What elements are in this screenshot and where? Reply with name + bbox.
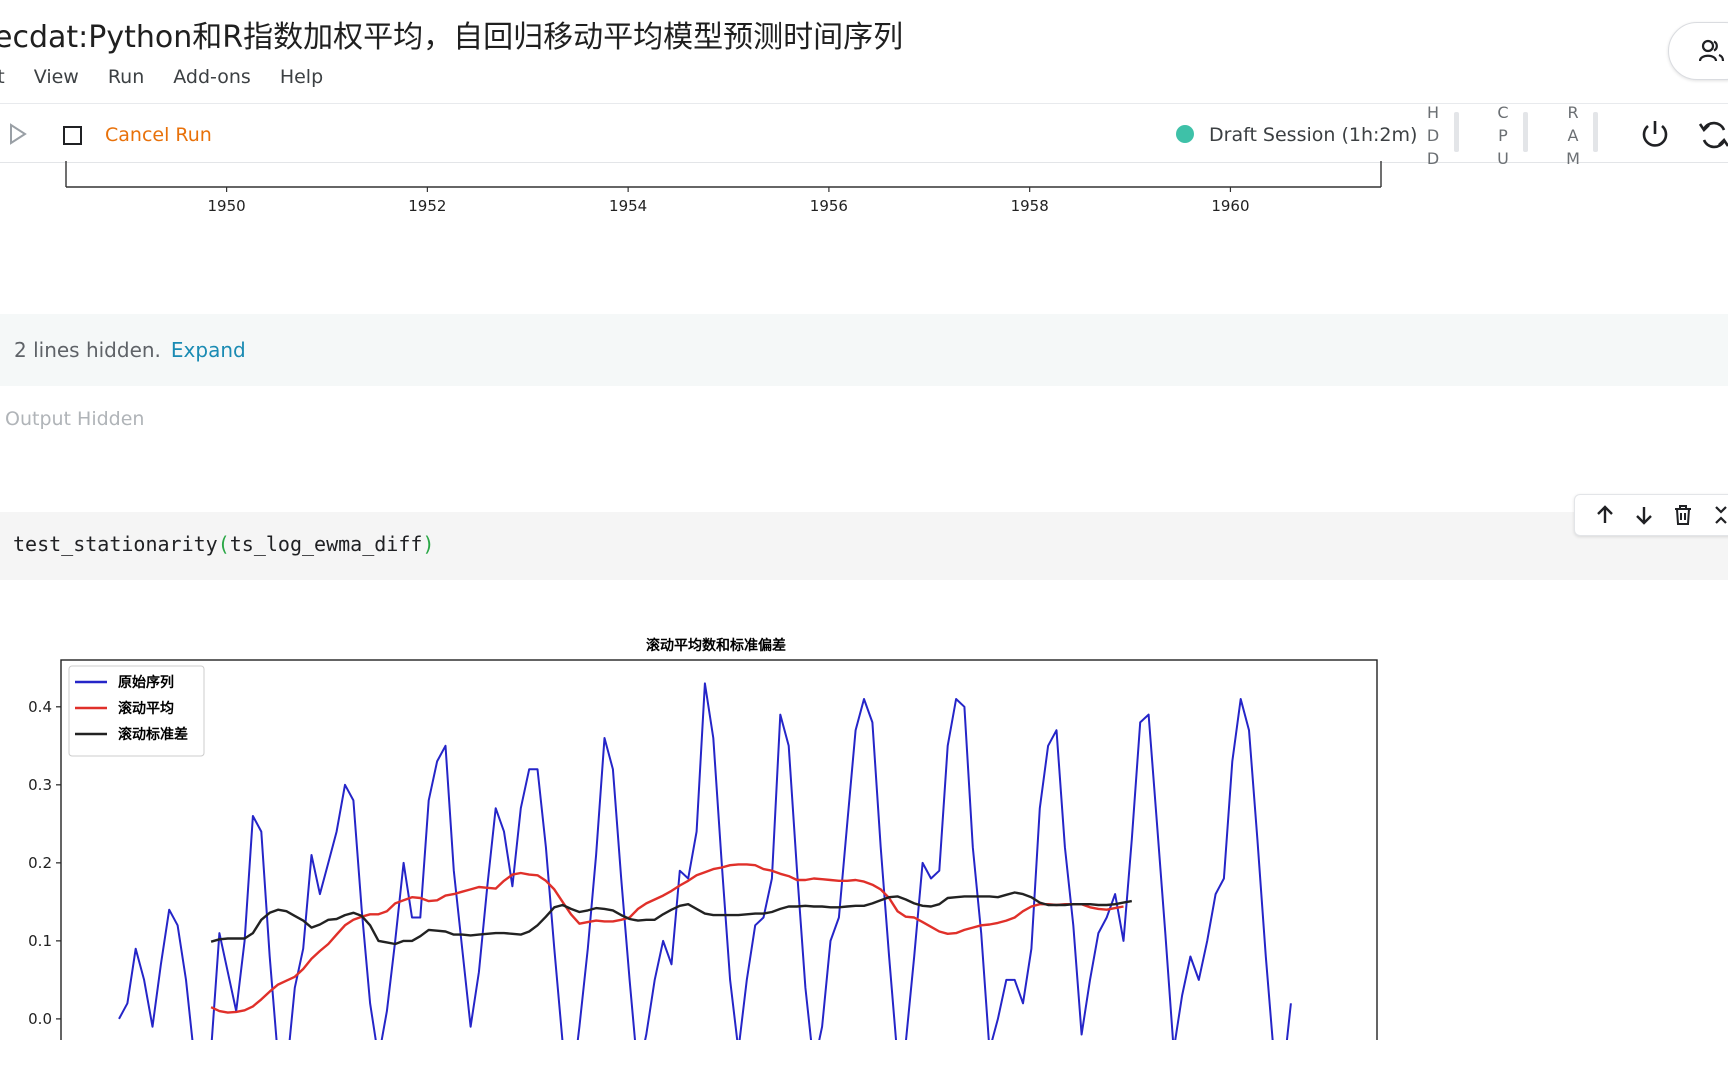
y-tick-label: 0.0 (28, 1010, 52, 1028)
run-toolbar: Cancel Run Draft Session (1h:2m) HDD CPU… (0, 103, 1728, 168)
menu-view[interactable]: View (34, 66, 79, 88)
rolling-stats-plot-output: 滚动平均数和标准偏差 0.0 0.1 0.2 0.3 0.4 原始序列 滚动平均 滚动标… (0, 620, 1728, 1055)
chart-title: 滚动平均数和标准偏差 (646, 637, 786, 654)
code-argument: ts_log_ewma_diff (229, 532, 423, 556)
menu-add-ons[interactable]: Add-ons (173, 66, 251, 88)
code-close-paren: ) (422, 532, 435, 556)
x-tick-label: 1960 (1211, 197, 1249, 215)
cell-actions-toolbar (1574, 494, 1728, 536)
notebook-title[interactable]: ecdat:Python和R指数加权平均，自回归移动平均模型预测时间序列 (0, 12, 903, 56)
hdd-label: HDD (1426, 103, 1440, 168)
ram-meter (1593, 112, 1598, 152)
delete-icon[interactable] (1671, 503, 1695, 527)
rolling-stats-chart: 滚动平均数和标准偏差 0.0 0.1 0.2 0.3 0.4 原始序列 滚动平均 滚动标… (28, 637, 1378, 1055)
legend-label-rolling-std: 滚动标准差 (118, 726, 188, 743)
hidden-lines-text: 2 lines hidden. (14, 338, 161, 362)
refresh-icon[interactable] (1697, 118, 1728, 152)
session-label[interactable]: Draft Session (1h:2m) (1209, 124, 1417, 146)
cpu-label: CPU (1497, 103, 1509, 168)
expand-link[interactable]: Expand (171, 338, 246, 362)
people-icon (1699, 39, 1725, 62)
cancel-run-button[interactable]: Cancel Run (105, 124, 212, 146)
plot-area (60, 659, 1378, 1055)
legend-label-rolling-mean: 滚动平均 (118, 700, 174, 717)
output-hidden-label[interactable]: Output Hidden (5, 408, 144, 430)
code-cell[interactable]: test_stationarity(ts_log_ewma_diff) (0, 512, 1728, 580)
move-up-icon[interactable] (1593, 503, 1617, 527)
legend: 原始序列 滚动平均 滚动标准差 (68, 665, 205, 757)
menu-run[interactable]: Run (108, 66, 144, 88)
ram-label: RAM (1566, 103, 1580, 168)
code-line[interactable]: test_stationarity(ts_log_ewma_diff) (13, 532, 434, 556)
x-tick-label: 1958 (1011, 197, 1049, 215)
menu-edit[interactable]: it (0, 66, 5, 88)
menu-help[interactable]: Help (280, 66, 323, 88)
collapse-icon[interactable] (1709, 503, 1728, 527)
x-tick-label: 1950 (208, 197, 246, 215)
y-tick-label: 0.1 (28, 932, 52, 950)
play-icon[interactable] (8, 123, 28, 145)
hdd-meter (1454, 112, 1459, 152)
code-function: test_stationarity (13, 532, 218, 556)
stop-icon[interactable] (63, 126, 82, 145)
hidden-lines-bar: 2 lines hidden. Expand (0, 314, 1728, 386)
cpu-meter (1523, 112, 1528, 152)
legend-label-original: 原始序列 (118, 674, 174, 691)
power-icon[interactable] (1638, 118, 1672, 152)
x-tick-label: 1954 (609, 197, 647, 215)
session-status-dot (1176, 125, 1194, 143)
y-tick-label: 0.4 (28, 698, 52, 716)
x-tick-label: 1952 (408, 197, 446, 215)
y-tick-label: 0.3 (28, 776, 52, 794)
y-tick-label: 0.2 (28, 854, 52, 872)
menu-bar: it View Run Add-ons Help (0, 66, 352, 88)
previous-plot-output: 1950 1952 1954 1956 1958 1960 (0, 161, 1728, 311)
collaborators-button[interactable] (1668, 22, 1728, 80)
previous-plot: 1950 1952 1954 1956 1958 1960 (65, 161, 1382, 215)
code-open-paren: ( (217, 532, 230, 556)
move-down-icon[interactable] (1632, 503, 1656, 527)
x-tick-label: 1956 (810, 197, 848, 215)
